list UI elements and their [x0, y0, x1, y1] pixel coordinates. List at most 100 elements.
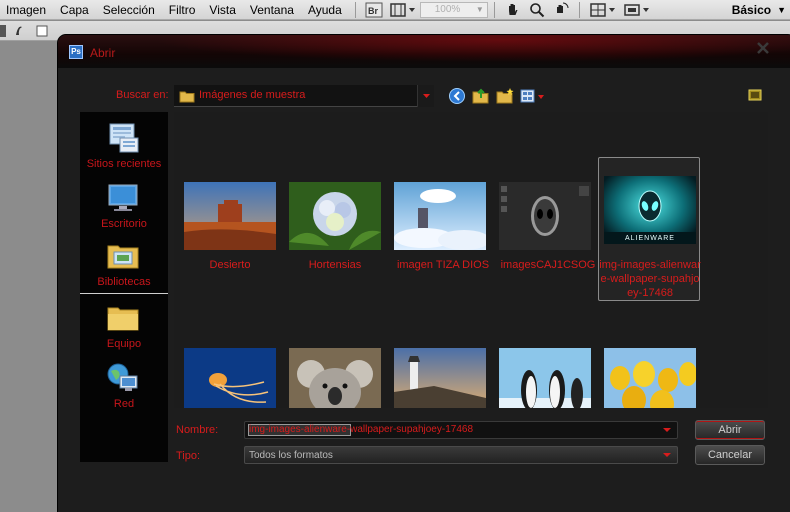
svg-text:Br: Br — [368, 6, 378, 16]
up-folder-icon[interactable] — [472, 87, 490, 105]
arrange-grid-icon — [590, 2, 615, 17]
places-bar: Sitios recientes Escritorio Bibliotecas … — [80, 112, 168, 462]
file-thumbnail-hortensias[interactable] — [289, 182, 381, 250]
filename-label: Nombre: — [176, 424, 219, 436]
file-name[interactable]: imagesCAJ1CSOG — [493, 258, 603, 272]
bridge-button[interactable]: Br — [364, 2, 384, 18]
menu-ventana[interactable]: Ventana — [243, 0, 301, 20]
bridge-icon: Br — [365, 2, 383, 17]
file-thumbnail-imagen-tiza-dios[interactable] — [394, 182, 486, 250]
menu-bar: Imagen Capa Selección Filtro Vista Venta… — [0, 0, 790, 20]
filetype-select[interactable]: Todos los formatos — [244, 446, 678, 464]
file-thumbnail-alienware[interactable]: ALIENWARE — [604, 176, 696, 244]
look-in-dropdown-arrow[interactable] — [417, 85, 434, 107]
menu-capa[interactable]: Capa — [53, 0, 96, 20]
film-grid-icon — [390, 2, 415, 17]
chevron-down-icon — [663, 453, 671, 457]
file-name[interactable]: img-images-alienware-wallpaper-supahjoey… — [598, 258, 702, 300]
filename-value: img-images-alienware-wallpaper-supahjoey… — [249, 424, 474, 435]
menu-separator — [354, 1, 356, 18]
place-network[interactable]: Red — [80, 358, 168, 416]
hand-tool-button[interactable] — [503, 2, 523, 18]
desktop-icon — [108, 184, 138, 211]
file-name[interactable]: imagen TIZA DIOS — [388, 258, 498, 272]
network-icon — [107, 363, 138, 391]
file-thumbnail-medusa[interactable] — [184, 348, 276, 408]
rotate-view-button[interactable] — [551, 2, 571, 18]
place-computer[interactable]: Equipo — [80, 298, 168, 356]
thumbnail-image — [604, 348, 696, 408]
zoom-level-value: 100% — [434, 3, 461, 15]
place-label: Sitios recientes — [86, 158, 162, 170]
file-thumbnail-imagescaj1csog[interactable] — [499, 182, 591, 250]
place-label: Bibliotecas — [97, 276, 151, 288]
chevron-down-icon[interactable] — [661, 424, 673, 436]
file-name[interactable]: Hortensias — [283, 258, 387, 272]
menu-separator — [578, 1, 580, 18]
place-label: Escritorio — [101, 218, 147, 230]
place-libraries[interactable]: Bibliotecas — [80, 236, 168, 294]
filename-input[interactable]: img-images-alienware-wallpaper-supahjoey… — [244, 421, 678, 439]
menu-separator — [493, 1, 495, 18]
hand-icon — [508, 3, 518, 15]
photoshop-icon: Ps — [69, 45, 83, 59]
screen-mode-button[interactable] — [622, 2, 652, 18]
thumbnail-image — [184, 182, 276, 250]
look-in-value: Imágenes de muestra — [199, 89, 306, 101]
menu-vista[interactable]: Vista — [202, 0, 242, 20]
cancel-button[interactable]: Cancelar — [695, 445, 765, 465]
filetype-value: Todos los formatos — [249, 450, 333, 461]
file-thumbnail-tulipanes[interactable] — [604, 348, 696, 408]
zoom-level-field[interactable]: 100% ▼ — [419, 1, 488, 18]
magnifier-icon — [529, 2, 544, 17]
thumbnail-image — [184, 348, 276, 408]
file-list[interactable]: Desierto Hortensias imagen TIZA DIOS ima… — [174, 112, 768, 408]
thumbnail-image — [289, 348, 381, 408]
computer-icon — [107, 307, 139, 331]
menu-imagen[interactable]: Imagen — [0, 0, 53, 20]
open-dialog: Ps Abrir Buscar en: Imágenes de muestra … — [57, 34, 790, 512]
look-in-label: Buscar en: — [116, 89, 169, 101]
libraries-icon — [107, 245, 139, 269]
place-desktop[interactable]: Escritorio — [80, 178, 168, 236]
thumbnail-image — [499, 182, 591, 250]
tool-options-icons — [0, 25, 48, 37]
workspace-label: Básico — [731, 3, 772, 17]
file-thumbnail-desierto[interactable] — [184, 182, 276, 250]
close-icon[interactable] — [754, 41, 772, 55]
chevron-down-icon: ▼ — [777, 5, 786, 15]
thumbnail-image — [394, 348, 486, 408]
thumbnail-badge: ALIENWARE — [625, 235, 675, 242]
view-extras-button[interactable] — [388, 2, 418, 18]
zoom-tool-button[interactable] — [527, 2, 547, 18]
place-recent[interactable]: Sitios recientes — [80, 118, 168, 176]
rotate-hand-icon — [556, 2, 569, 13]
arrange-documents-button[interactable] — [588, 2, 618, 18]
views-menu-icon[interactable] — [520, 87, 548, 105]
menu-filtro[interactable]: Filtro — [162, 0, 203, 20]
back-icon[interactable] — [448, 87, 466, 105]
open-button[interactable]: Abrir — [695, 420, 765, 440]
file-thumbnail-faro[interactable] — [394, 348, 486, 408]
workspace-switcher[interactable]: Básico ▼ — [732, 0, 790, 20]
thumbnail-image — [394, 182, 486, 250]
chevron-down-icon: ▼ — [475, 4, 484, 14]
place-label: Equipo — [106, 338, 142, 350]
menu-ayuda[interactable]: Ayuda — [301, 0, 349, 20]
recent-places-icon — [109, 123, 139, 153]
menu-seleccion[interactable]: Selección — [96, 0, 162, 20]
dialog-titlebar[interactable]: Ps Abrir — [58, 35, 790, 68]
new-folder-icon[interactable] — [496, 87, 514, 105]
file-name[interactable]: Desierto — [178, 258, 282, 272]
folder-icon — [179, 91, 195, 103]
look-in-dropdown[interactable]: Imágenes de muestra — [174, 85, 434, 107]
preview-toggle-icon[interactable] — [748, 89, 762, 101]
dialog-title: Abrir — [90, 46, 116, 60]
thumbnail-image — [604, 176, 696, 244]
chevron-down-icon — [423, 94, 430, 98]
place-label: Red — [113, 398, 135, 410]
file-thumbnail-koala[interactable] — [289, 348, 381, 408]
file-thumbnail-pinguinos[interactable] — [499, 348, 591, 408]
lasso-icon — [16, 26, 22, 35]
filetype-label: Tipo: — [176, 450, 201, 462]
